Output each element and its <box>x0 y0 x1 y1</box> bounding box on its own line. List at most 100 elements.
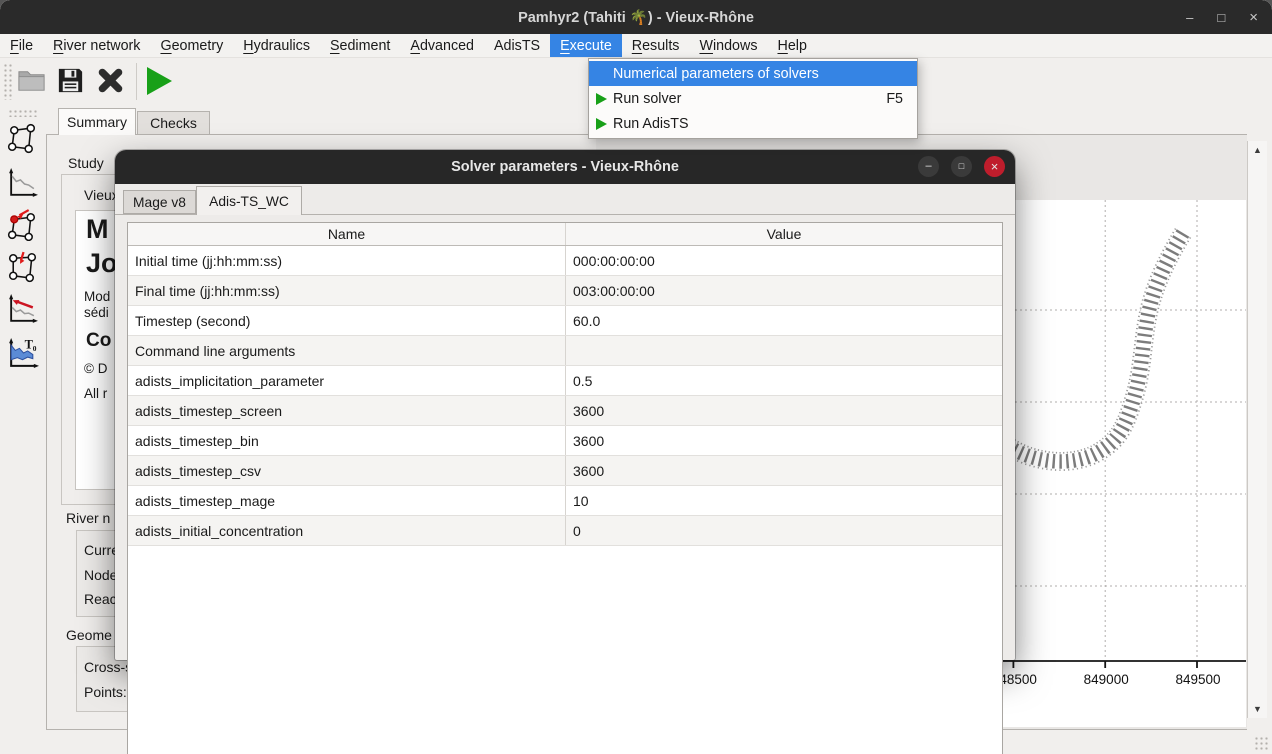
vertical-scrollbar[interactable]: ▲ ▼ <box>1247 141 1267 718</box>
save-icon[interactable] <box>55 65 86 101</box>
param-value-cell[interactable]: 60.0 <box>566 306 1002 335</box>
menu-geometry[interactable]: Geometry <box>150 34 233 57</box>
nodes-fragment: Node <box>84 567 117 583</box>
table-header-row: Name Value <box>128 223 1002 246</box>
tab-checks[interactable]: Checks <box>137 111 210 135</box>
reaches-fragment: Reac <box>84 591 117 607</box>
table-row-command-line-arguments[interactable]: Command line arguments <box>128 336 1002 366</box>
river-network-icon[interactable] <box>5 121 40 156</box>
geometry-group-label: Geome <box>66 627 112 643</box>
param-name-cell[interactable]: adists_timestep_mage <box>128 486 566 515</box>
window-resize-grip[interactable] <box>1254 736 1268 750</box>
param-name-cell[interactable]: adists_implicitation_parameter <box>128 366 566 395</box>
description-heading-fragment: Jo <box>86 248 118 279</box>
param-value-cell[interactable] <box>566 336 1002 365</box>
table-row-adists-timestep-mage[interactable]: adists_timestep_mage10 <box>128 486 1002 516</box>
initial-conditions-icon[interactable] <box>5 292 40 327</box>
description-text-fragment: sédi <box>84 305 109 320</box>
menu-adists[interactable]: AdisTS <box>484 34 550 57</box>
boundary-conditions-icon[interactable] <box>5 207 40 242</box>
column-header-value[interactable]: Value <box>566 223 1002 245</box>
table-row-adists-timestep-screen[interactable]: adists_timestep_screen3600 <box>128 396 1002 426</box>
window-titlebar[interactable]: Pamhyr2 (Tahiti 🌴) - Vieux-Rhône – □ × <box>0 0 1272 34</box>
table-row-adists-timestep-csv[interactable]: adists_timestep_csv3600 <box>128 456 1002 486</box>
menu-hydraulics[interactable]: Hydraulics <box>233 34 320 57</box>
close-icon[interactable]: × <box>1249 10 1258 25</box>
param-value-cell[interactable]: 0.5 <box>566 366 1002 395</box>
column-header-name[interactable]: Name <box>128 223 566 245</box>
param-name-cell[interactable]: Final time (jj:hh:mm:ss) <box>128 276 566 305</box>
scroll-down-icon[interactable]: ▼ <box>1253 700 1262 718</box>
dialog-tab-adis-ts-wc[interactable]: Adis-TS_WC <box>196 186 302 215</box>
menu-file[interactable]: File <box>0 34 43 57</box>
param-name-cell[interactable]: Timestep (second) <box>128 306 566 335</box>
param-value-cell[interactable]: 3600 <box>566 426 1002 455</box>
svg-text:T₀: T₀ <box>25 337 37 351</box>
description-text-fragment: Mod <box>84 289 110 304</box>
rights-fragment: All r <box>84 386 107 401</box>
param-name-cell[interactable]: adists_timestep_screen <box>128 396 566 425</box>
menu-results[interactable]: Results <box>622 34 690 57</box>
copyright-fragment: © D <box>84 361 107 376</box>
lateral-contribution-icon[interactable] <box>5 249 40 284</box>
menu-windows[interactable]: Windows <box>689 34 767 57</box>
minimize-icon[interactable]: – <box>1186 11 1193 24</box>
param-name-cell[interactable]: adists_timestep_bin <box>128 426 566 455</box>
sidebar-drag-handle[interactable] <box>8 109 38 117</box>
param-name-cell[interactable]: Command line arguments <box>128 336 566 365</box>
description-heading-fragment: M <box>86 214 109 245</box>
dialog-maximize-icon[interactable]: □ <box>951 156 972 177</box>
param-value-cell[interactable]: 000:00:00:00 <box>566 246 1002 275</box>
table-row-timestep-second[interactable]: Timestep (second)60.0 <box>128 306 1002 336</box>
table-row-final-time-jj-hh-mm-ss[interactable]: Final time (jj:hh:mm:ss)003:00:00:00 <box>128 276 1002 306</box>
shortcut-label: F5 <box>886 91 903 107</box>
param-value-cell[interactable]: 0 <box>566 516 1002 545</box>
dialog-title: Solver parameters - Vieux-Rhône <box>451 159 679 175</box>
menu-item-run-adists[interactable]: Run AdisTS <box>589 111 917 136</box>
param-name-cell[interactable]: adists_initial_concentration <box>128 516 566 545</box>
geometry-profile-icon[interactable] <box>5 166 40 201</box>
t0-solver-icon[interactable]: T₀ <box>5 336 40 371</box>
toolbar-separator <box>136 63 137 100</box>
study-group-label: Study <box>68 155 104 171</box>
table-row-adists-implicitation-parameter[interactable]: adists_implicitation_parameter0.5 <box>128 366 1002 396</box>
maximize-icon[interactable]: □ <box>1217 11 1225 24</box>
toolbar-drag-handle[interactable] <box>3 63 12 100</box>
menu-item-run-solver[interactable]: Run solverF5 <box>589 86 917 111</box>
menu-item-numerical-parameters-of-solvers[interactable]: Numerical parameters of solvers <box>589 61 917 86</box>
menu-river-network[interactable]: River network <box>43 34 150 57</box>
table-row-adists-initial-concentration[interactable]: adists_initial_concentration0 <box>128 516 1002 546</box>
run-icon[interactable] <box>147 67 172 95</box>
river-network-group-label: River n <box>66 510 110 526</box>
window-title: Pamhyr2 (Tahiti 🌴) - Vieux-Rhône <box>518 9 754 26</box>
menu-help[interactable]: Help <box>767 34 816 57</box>
study-name-fragment: Vieux <box>84 187 119 203</box>
param-value-cell[interactable]: 3600 <box>566 456 1002 485</box>
menu-sediment[interactable]: Sediment <box>320 34 400 57</box>
menu-advanced[interactable]: Advanced <box>400 34 484 57</box>
table-row-initial-time-jj-hh-mm-ss[interactable]: Initial time (jj:hh:mm:ss)000:00:00:00 <box>128 246 1002 276</box>
param-value-cell[interactable]: 3600 <box>566 396 1002 425</box>
run-icon <box>596 93 607 105</box>
param-name-cell[interactable]: Initial time (jj:hh:mm:ss) <box>128 246 566 275</box>
dialog-close-icon[interactable]: × <box>984 156 1005 177</box>
param-value-cell[interactable]: 10 <box>566 486 1002 515</box>
scroll-up-icon[interactable]: ▲ <box>1253 141 1262 159</box>
dialog-tab-mage-v8[interactable]: Mage v8 <box>123 190 196 214</box>
tab-summary[interactable]: Summary <box>58 108 136 135</box>
x-axis-tick-label: 849500 <box>1158 672 1238 687</box>
open-folder-icon[interactable] <box>16 65 47 101</box>
run-icon <box>596 118 607 130</box>
current-reach-fragment: Curre <box>84 542 119 558</box>
param-value-cell[interactable]: 003:00:00:00 <box>566 276 1002 305</box>
dialog-titlebar[interactable]: Solver parameters - Vieux-Rhône – □ × <box>115 150 1015 184</box>
x-axis-tick-label: 849000 <box>1066 672 1146 687</box>
menu-execute[interactable]: Execute <box>550 34 622 57</box>
execute-dropdown-menu: Numerical parameters of solversRun solve… <box>588 58 918 139</box>
solver-parameters-dialog: Solver parameters - Vieux-Rhône – □ × Ma… <box>115 150 1015 660</box>
param-name-cell[interactable]: adists_timestep_csv <box>128 456 566 485</box>
close-document-icon[interactable] <box>96 66 125 100</box>
table-row-adists-timestep-bin[interactable]: adists_timestep_bin3600 <box>128 426 1002 456</box>
menu-bar: FileRiver networkGeometryHydraulicsSedim… <box>0 34 1272 58</box>
dialog-minimize-icon[interactable]: – <box>918 156 939 177</box>
